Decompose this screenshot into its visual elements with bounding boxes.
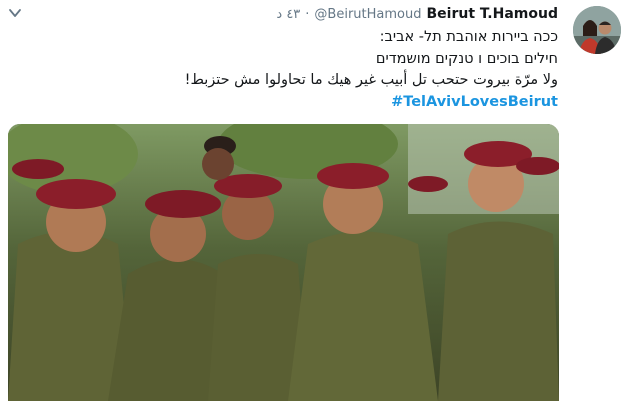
tweet-line-1: ככה ביירות אוהבת תל- אביב: (379, 29, 558, 45)
user-display-name[interactable]: Beirut T.Hamoud (426, 6, 558, 22)
tweet-body: ככה ביירות אוהבת תל- אביב: חילים בוכים ו… (38, 27, 558, 113)
soldiers-photo (8, 124, 559, 401)
hashtag-link[interactable]: #TelAvivLovesBeirut (391, 92, 558, 114)
tweet-header: ٤٣ د · @BeirutHamoud Beirut T.Hamoud (276, 6, 558, 24)
tweet-line-2: חילים בוכים ו טנקים מושמדים (375, 50, 558, 67)
user-handle[interactable]: @BeirutHamoud (314, 7, 421, 22)
header-separator: · (305, 7, 310, 22)
tweet-media-photo[interactable] (8, 124, 559, 401)
tweet-timestamp[interactable]: ٤٣ د (276, 7, 300, 22)
tweet-line-3: ولا مرّة بيروت حتحب تل أبيب غير هيك ما ت… (184, 72, 558, 88)
avatar-photo (573, 6, 621, 54)
tweet-card[interactable]: ٤٣ د · @BeirutHamoud Beirut T.Hamoud ככה… (0, 0, 636, 401)
chevron-down-icon[interactable] (8, 6, 22, 20)
user-avatar[interactable] (573, 6, 621, 54)
